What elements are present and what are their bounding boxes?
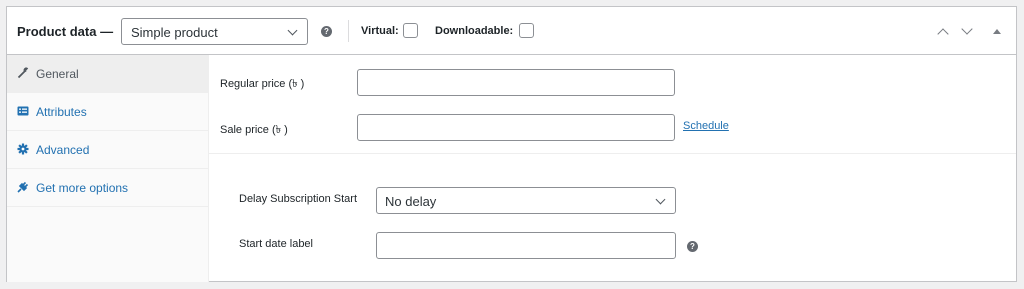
tab-general-label: General: [36, 67, 79, 81]
divider: [348, 20, 349, 42]
tab-get-more-options[interactable]: Get more options: [7, 169, 209, 207]
delay-subscription-value: No delay: [385, 194, 437, 209]
downloadable-checkbox[interactable]: [519, 23, 534, 38]
product-data-panel: Product data — Simple product ? Virtual:…: [6, 6, 1017, 282]
start-date-input[interactable]: [376, 232, 676, 259]
virtual-checkbox[interactable]: [403, 23, 418, 38]
delay-subscription-label: Delay Subscription Start: [239, 193, 357, 205]
move-up-icon[interactable]: [937, 28, 949, 40]
tab-attributes[interactable]: Attributes: [7, 93, 209, 131]
help-icon[interactable]: ?: [321, 26, 332, 37]
product-type-select[interactable]: Simple product: [121, 18, 308, 45]
tab-attributes-label: Attributes: [36, 105, 87, 119]
toggle-panel-icon[interactable]: [993, 29, 1001, 34]
delay-subscription-select[interactable]: No delay: [376, 187, 676, 214]
wrench-icon: [17, 67, 29, 79]
tab-advanced-label: Advanced: [36, 143, 90, 157]
plugin-icon: [17, 181, 29, 193]
general-panel: Regular price (৳ ) Sale price (৳ ) Sched…: [209, 55, 1016, 282]
chevron-down-icon: [287, 25, 298, 36]
move-down-icon[interactable]: [961, 23, 973, 35]
regular-price-input[interactable]: [357, 69, 675, 96]
regular-price-label: Regular price (৳ ): [220, 78, 305, 90]
tab-get-more-options-label: Get more options: [36, 181, 129, 195]
tab-general[interactable]: General: [7, 55, 209, 93]
downloadable-label: Downloadable:: [435, 25, 514, 37]
product-data-tabs: General Attributes Advanced Get more opt…: [7, 55, 209, 282]
start-date-label: Start date label: [239, 238, 313, 250]
schedule-link[interactable]: Schedule: [683, 120, 729, 132]
panel-title: Product data —: [17, 24, 114, 39]
virtual-label: Virtual:: [361, 25, 399, 37]
panel-header: Product data — Simple product ? Virtual:…: [7, 7, 1016, 55]
sale-price-input[interactable]: [357, 114, 675, 141]
list-view-icon: [17, 105, 29, 117]
help-icon[interactable]: ?: [687, 241, 698, 252]
sale-price-label: Sale price (৳ ): [220, 124, 288, 136]
gear-icon: [17, 143, 29, 155]
pricing-section: Regular price (৳ ) Sale price (৳ ) Sched…: [209, 55, 1016, 154]
tab-advanced[interactable]: Advanced: [7, 131, 209, 169]
product-type-value: Simple product: [131, 25, 218, 40]
chevron-down-icon: [655, 194, 666, 205]
